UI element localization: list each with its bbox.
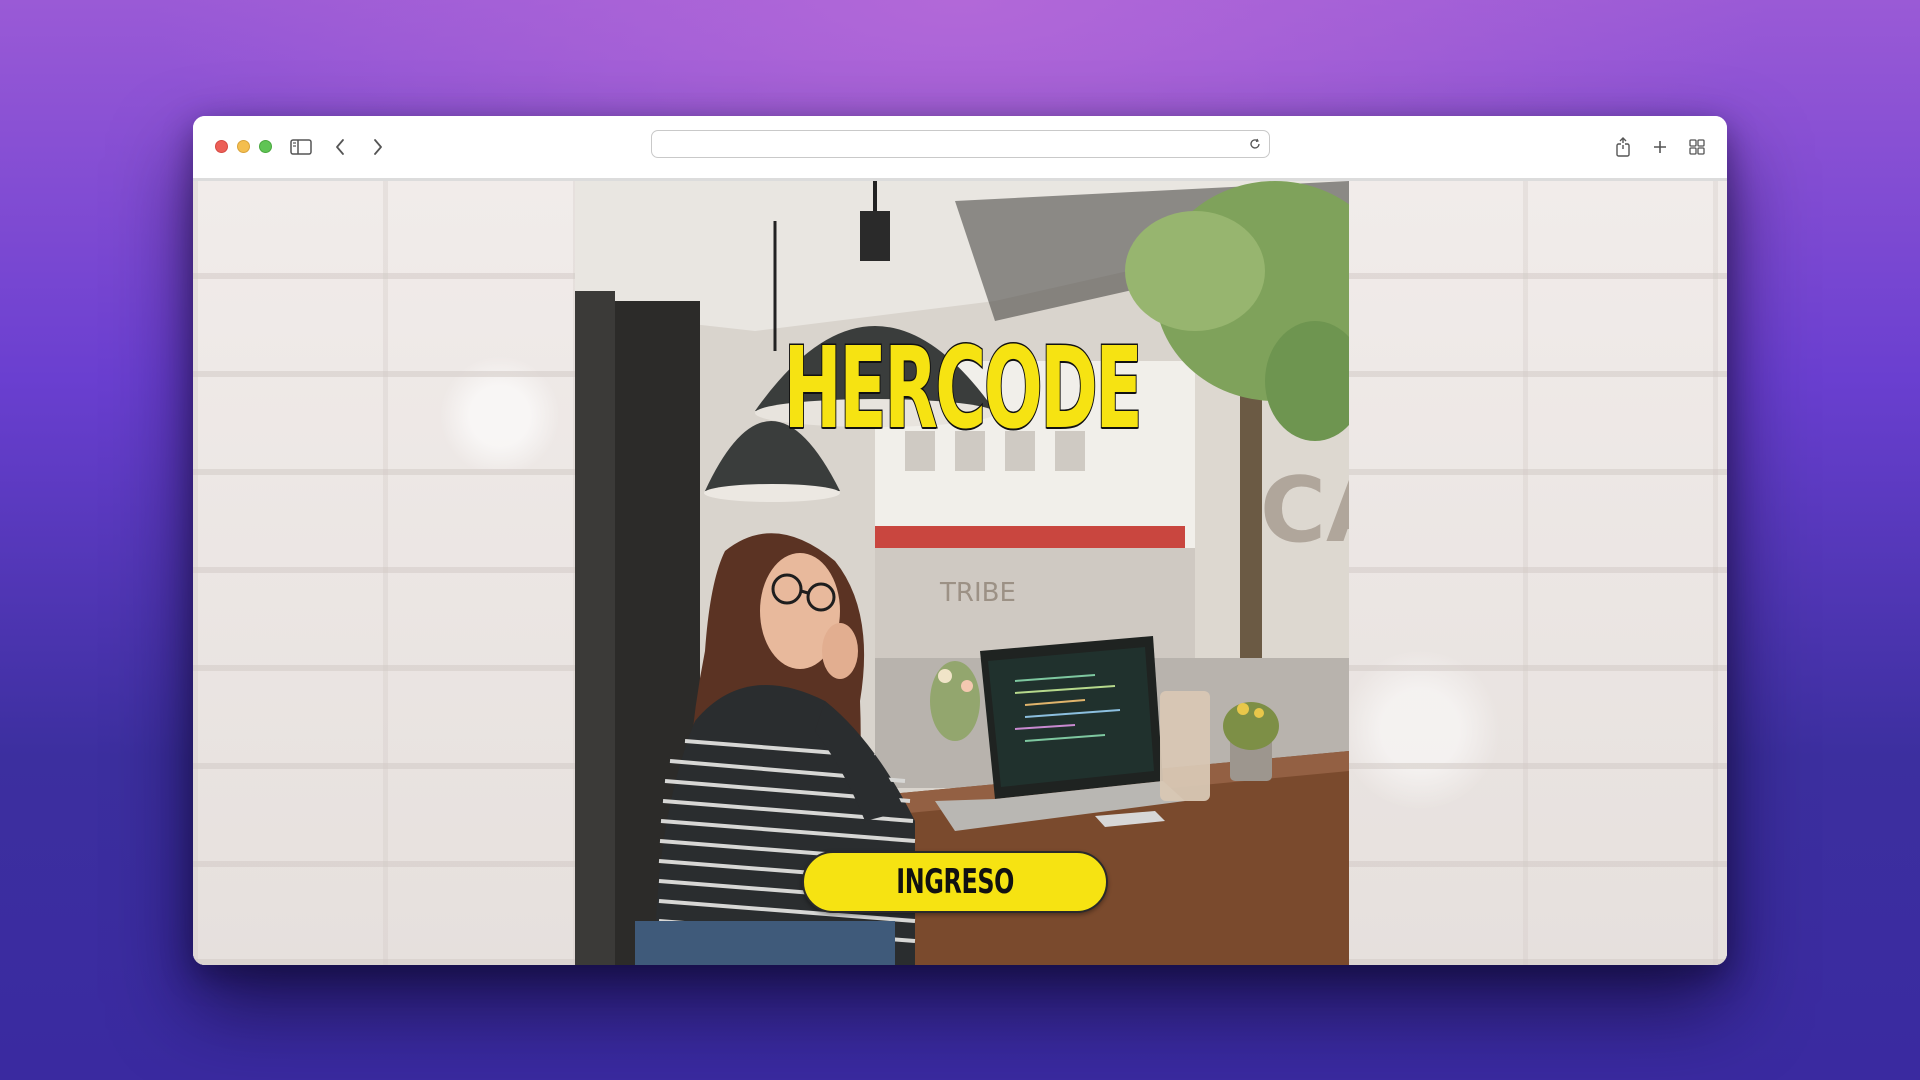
svg-text:TRIBE: TRIBE: [939, 578, 1016, 608]
reload-icon[interactable]: [1247, 136, 1263, 152]
share-icon[interactable]: [1609, 133, 1637, 161]
tab-overview-icon[interactable]: [1683, 133, 1711, 161]
sidebar-toggle-icon[interactable]: [287, 133, 315, 161]
ingreso-button[interactable]: INGRESO: [802, 851, 1108, 913]
zoom-window-button[interactable]: [259, 140, 272, 153]
ingreso-button-label: INGRESO: [896, 862, 1014, 902]
new-tab-plus-icon[interactable]: [1646, 133, 1674, 161]
close-window-button[interactable]: [215, 140, 228, 153]
address-input[interactable]: [662, 134, 1226, 156]
minimize-window-button[interactable]: [237, 140, 250, 153]
back-arrow-icon[interactable]: [326, 133, 354, 161]
hero-image: CA TRIBE HERCODE INGRESO: [575, 181, 1349, 965]
svg-text:CA: CA: [1260, 458, 1349, 563]
hero-title: HERCODE: [783, 324, 1144, 454]
page-viewport: CA TRIBE HERCODE INGRESO: [193, 181, 1727, 965]
browser-toolbar: [193, 116, 1727, 179]
forward-arrow-icon[interactable]: [364, 133, 392, 161]
cafe-photo: CA TRIBE: [575, 181, 1349, 965]
browser-window: CA TRIBE HERCODE INGRESO: [193, 116, 1727, 965]
address-bar[interactable]: [651, 130, 1270, 158]
